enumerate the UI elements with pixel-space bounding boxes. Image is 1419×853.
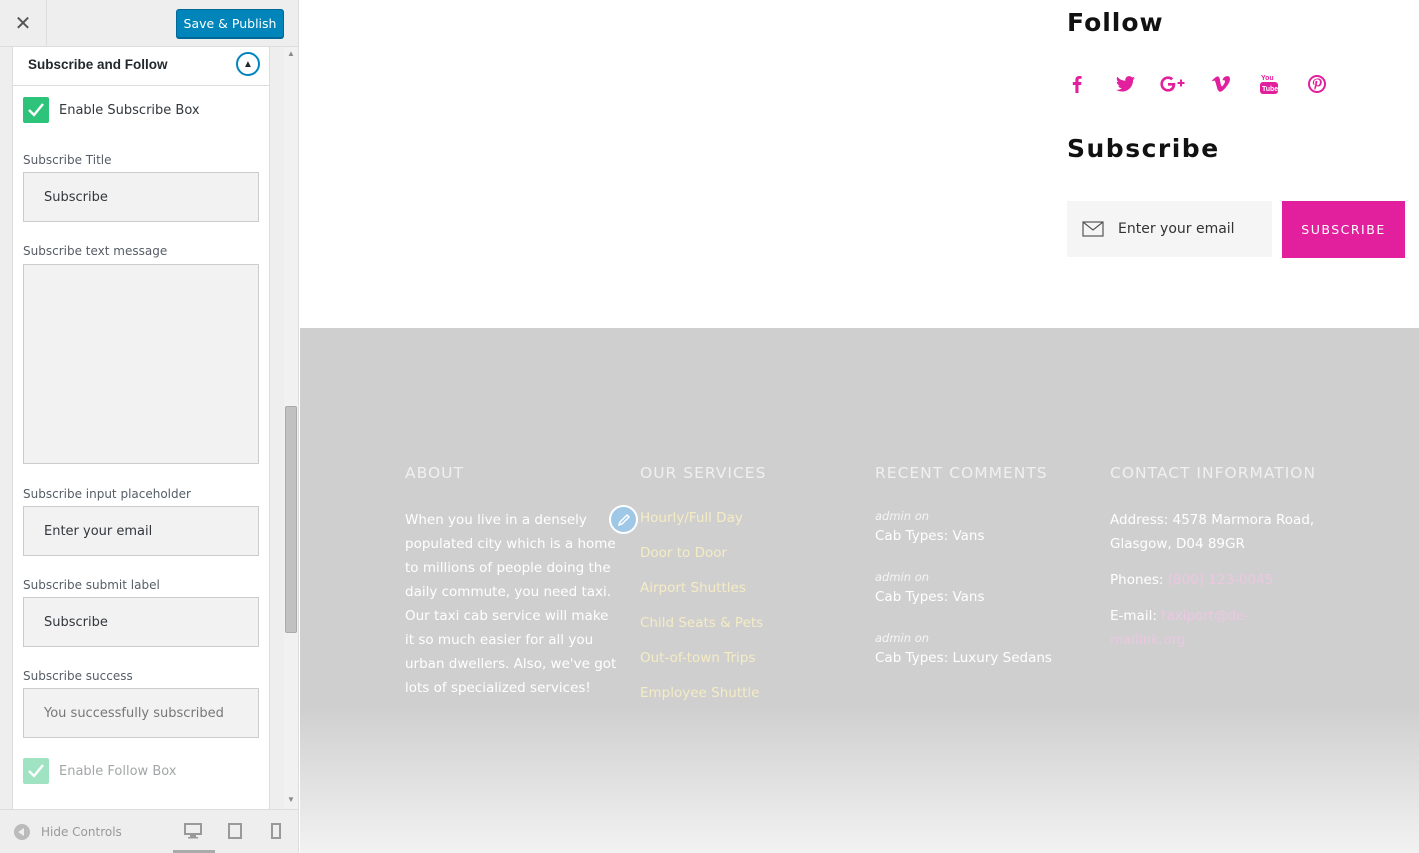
- enable-follow-checkbox[interactable]: [23, 758, 49, 784]
- close-icon: ✕: [14, 12, 32, 35]
- success-input[interactable]: You successfully subscribed: [23, 688, 259, 738]
- customizer-footer: Hide Controls: [0, 809, 298, 853]
- scroll-up-icon[interactable]: ▲: [287, 49, 295, 58]
- close-button[interactable]: ✕: [0, 0, 47, 46]
- triangle-up-icon: ▲: [243, 58, 253, 70]
- about-text: When you live in a densely populated cit…: [405, 512, 617, 696]
- comments-title: RECENT COMMENTS: [875, 464, 1048, 482]
- email-field[interactable]: [1067, 201, 1272, 257]
- vimeo-icon[interactable]: [1208, 71, 1234, 97]
- submit-label-input[interactable]: Subscribe: [23, 597, 259, 647]
- subscribe-heading: Subscribe: [1067, 134, 1220, 163]
- contact-email: E-mail: taxiport@de-mailink.org: [1110, 604, 1320, 652]
- footer-about-column: ABOUT When you live in a densely populat…: [405, 464, 620, 700]
- pencil-icon: [617, 513, 630, 526]
- service-link[interactable]: Out-of-town Trips: [640, 648, 855, 669]
- follow-heading: Follow: [1067, 8, 1164, 37]
- contact-phones: Phones: (800) 123-0045: [1110, 568, 1320, 592]
- google-plus-icon[interactable]: [1160, 71, 1186, 97]
- footer-services-column: OUR SERVICES Hourly/Full Day Door to Doo…: [640, 464, 855, 718]
- subscribe-text-textarea[interactable]: [23, 264, 259, 464]
- contact-address: Address: 4578 Marmora Road, Glasgow, D04…: [1110, 512, 1315, 552]
- contact-title: CONTACT INFORMATION: [1110, 464, 1317, 482]
- section-header[interactable]: Subscribe and Follow ▲: [13, 47, 269, 86]
- edit-shortcut-button[interactable]: [609, 505, 638, 534]
- hide-controls-button[interactable]: Hide Controls: [14, 824, 122, 840]
- success-label: Subscribe success: [23, 669, 133, 683]
- enable-follow-row[interactable]: Enable Follow Box: [23, 758, 177, 784]
- save-publish-button[interactable]: Save & Publish: [176, 9, 284, 38]
- comment-meta: admin on: [875, 570, 930, 584]
- footer-contact-column: CONTACT INFORMATION Address: 4578 Marmor…: [1110, 464, 1320, 664]
- enable-subscribe-row[interactable]: Enable Subscribe Box: [23, 97, 200, 123]
- subscribe-title-input[interactable]: Subscribe: [23, 172, 259, 222]
- enable-follow-label: Enable Follow Box: [59, 763, 177, 779]
- site-footer: ABOUT When you live in a densely populat…: [300, 328, 1419, 853]
- customizer-header: ✕ Save & Publish: [0, 0, 298, 47]
- hide-controls-label: Hide Controls: [41, 825, 122, 839]
- envelope-icon: [1082, 221, 1104, 237]
- subscribe-follow-section: Subscribe and Follow ▲ Enable Subscribe …: [12, 47, 270, 809]
- checkmark-icon: [28, 764, 44, 778]
- mobile-preview-icon[interactable]: [271, 823, 281, 839]
- svg-text:Tube: Tube: [1262, 86, 1278, 93]
- about-title: ABOUT: [405, 464, 464, 482]
- enable-subscribe-label: Enable Subscribe Box: [59, 102, 200, 118]
- comment-meta: admin on: [875, 509, 930, 523]
- email-input[interactable]: [1118, 221, 1268, 237]
- facebook-icon[interactable]: [1064, 71, 1090, 97]
- comment-link[interactable]: Cab Types: Luxury Sedans: [875, 646, 1090, 670]
- comment-link[interactable]: Cab Types: Vans: [875, 524, 1090, 548]
- subscribe-title-label: Subscribe Title: [23, 153, 112, 167]
- service-link[interactable]: Hourly/Full Day: [640, 508, 855, 529]
- comment-link[interactable]: Cab Types: Vans: [875, 585, 1090, 609]
- controls-scroll-area: Subscribe and Follow ▲ Enable Subscribe …: [0, 47, 284, 809]
- submit-label-label: Subscribe submit label: [23, 578, 160, 592]
- tablet-preview-icon[interactable]: [228, 823, 242, 839]
- scrollbar-thumb[interactable]: [285, 406, 297, 633]
- twitter-icon[interactable]: [1112, 71, 1138, 97]
- phones-link[interactable]: (800) 123-0045: [1168, 572, 1274, 588]
- services-title: OUR SERVICES: [640, 464, 767, 482]
- customizer-sidebar: ✕ Save & Publish Subscribe and Follow ▲ …: [0, 0, 299, 853]
- social-icons-row: You Tube: [1064, 70, 1352, 98]
- sidebar-scrollbar[interactable]: ▲ ▼: [284, 47, 298, 809]
- scroll-down-icon[interactable]: ▼: [287, 795, 295, 804]
- email-label: E-mail:: [1110, 608, 1162, 624]
- pinterest-icon[interactable]: [1304, 71, 1330, 97]
- service-link[interactable]: Airport Shuttles: [640, 578, 855, 599]
- site-preview: Follow You Tube Subscribe SUBSCRIBE ABOUT: [300, 0, 1419, 853]
- service-link[interactable]: Employee Shuttle: [640, 683, 855, 704]
- placeholder-input[interactable]: Enter your email: [23, 506, 259, 556]
- checkmark-icon: [28, 103, 44, 117]
- placeholder-label: Subscribe input placeholder: [23, 487, 191, 501]
- service-link[interactable]: Child Seats & Pets: [640, 613, 855, 634]
- collapse-button[interactable]: ▲: [236, 52, 260, 76]
- youtube-icon[interactable]: You Tube: [1256, 71, 1282, 97]
- footer-comments-column: RECENT COMMENTS admin on Cab Types: Vans…: [875, 464, 1090, 691]
- enable-subscribe-checkbox[interactable]: [23, 97, 49, 123]
- desktop-preview-icon[interactable]: [184, 823, 202, 839]
- section-title: Subscribe and Follow: [28, 57, 168, 72]
- subscribe-text-label: Subscribe text message: [23, 244, 168, 258]
- comment-meta: admin on: [875, 631, 930, 645]
- collapse-sidebar-icon: [14, 824, 30, 840]
- phones-label: Phones:: [1110, 572, 1168, 588]
- subscribe-button[interactable]: SUBSCRIBE: [1282, 201, 1405, 258]
- service-link[interactable]: Door to Door: [640, 543, 855, 564]
- svg-text:You: You: [1261, 75, 1274, 82]
